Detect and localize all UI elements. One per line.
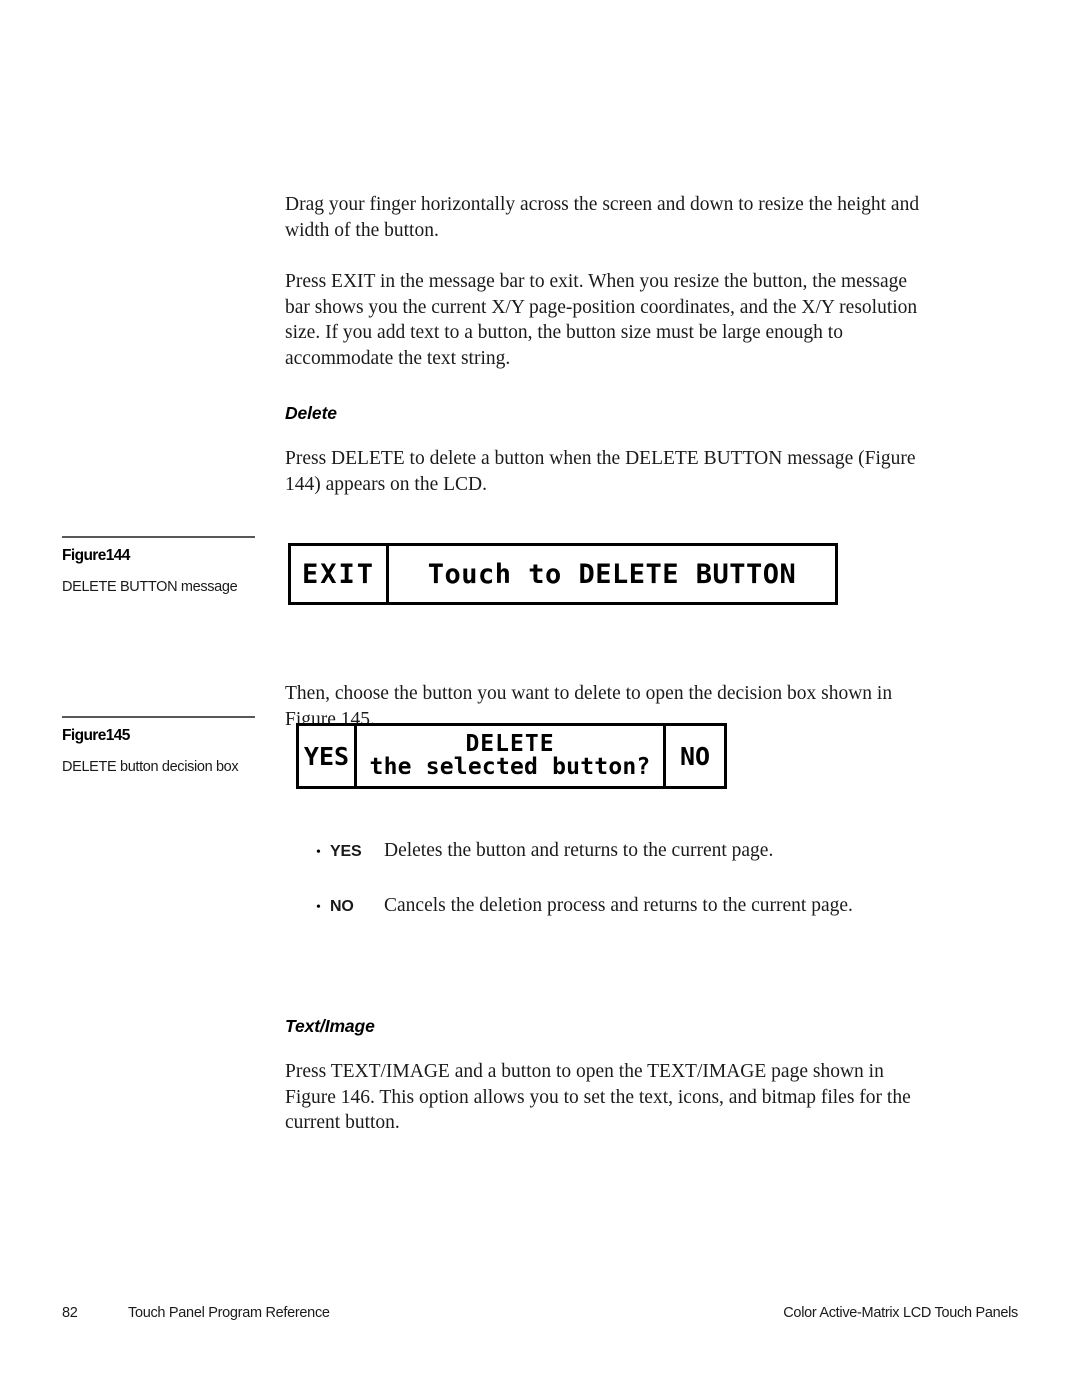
lcd-yes-button: YES <box>299 726 357 786</box>
paragraph-resize-instructions: Drag your finger horizontally across the… <box>285 194 920 241</box>
page-footer: 82 Touch Panel Program Reference Color A… <box>62 1305 1018 1321</box>
lcd-exit-button: EXIT <box>291 546 389 602</box>
bullet-key-no: NO <box>330 898 354 915</box>
lcd-prompt-line1: DELETE <box>465 730 555 757</box>
list-item: • YES Deletes the button and returns to … <box>316 838 926 864</box>
footer-page-number: 82 <box>62 1305 78 1321</box>
list-item: • NO Cancels the deletion process and re… <box>316 893 926 919</box>
heading-delete: Delete <box>285 403 337 423</box>
figure145-description: DELETE button decision box <box>62 759 239 775</box>
lcd-message-text: Touch to DELETE BUTTON <box>427 558 797 590</box>
paragraph-text-image: Press TEXT/IMAGE and a button to open th… <box>285 1061 911 1133</box>
body-text-column: Drag your finger horizontally across the… <box>285 192 925 1162</box>
lcd-no-button: NO <box>663 726 724 786</box>
footer-document-title: Touch Panel Program Reference <box>128 1305 330 1321</box>
bullet-point-icon: • <box>316 900 321 915</box>
document-page: Drag your finger horizontally across the… <box>0 0 1080 1397</box>
figure145-lcd-decision-box: YES DELETE the selected button? NO <box>296 723 727 789</box>
heading-text-image: Text/Image <box>285 1016 375 1036</box>
bullet-list: • YES Deletes the button and returns to … <box>316 838 926 948</box>
footer-left-group: 82 Touch Panel Program Reference <box>62 1305 330 1321</box>
figure144-rule <box>62 536 255 538</box>
paragraph-delete-intro: Press DELETE to delete a button when the… <box>285 448 916 495</box>
figure144-number: Figure144 <box>62 547 130 564</box>
bullet-text-yes: Deletes the button and returns to the cu… <box>384 840 774 861</box>
bullet-text-no: Cancels the deletion process and returns… <box>384 895 853 916</box>
figure144-lcd-message-bar: EXIT Touch to DELETE BUTTON <box>288 543 838 605</box>
figure145-number: Figure145 <box>62 727 130 744</box>
paragraph-exit-message-bar: Press EXIT in the message bar to exit. W… <box>285 271 918 369</box>
figure144-caption: Figure144 DELETE BUTTON message <box>62 536 258 596</box>
footer-product-title: Color Active-Matrix LCD Touch Panels <box>783 1305 1018 1321</box>
bullet-key-yes: YES <box>330 843 362 860</box>
lcd-prompt-line2: the selected button? <box>369 754 651 780</box>
figure145-rule <box>62 716 255 718</box>
figure145-caption: Figure145 DELETE button decision box <box>62 716 258 776</box>
figure144-description: DELETE BUTTON message <box>62 579 238 595</box>
lcd-prompt-area: DELETE the selected button? <box>357 726 663 786</box>
bullet-point-icon: • <box>316 845 321 860</box>
